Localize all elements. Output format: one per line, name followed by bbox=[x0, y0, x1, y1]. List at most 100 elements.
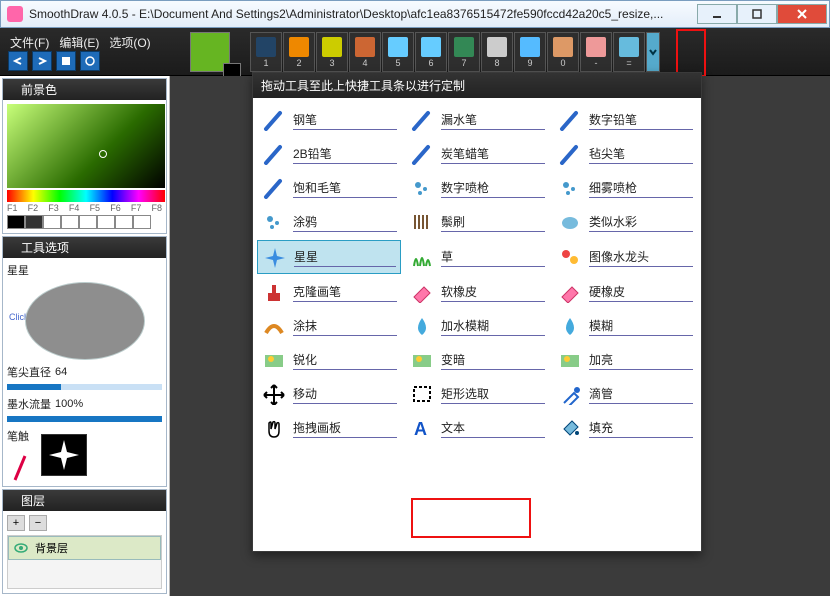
palette-item-move[interactable]: 移动 bbox=[257, 378, 401, 410]
palette-item-fill[interactable]: 填充 bbox=[553, 412, 697, 444]
palette-item-sharpen[interactable]: 锐化 bbox=[257, 344, 401, 376]
window-buttons bbox=[697, 4, 827, 24]
palette-item-felt[interactable]: 毡尖笔 bbox=[553, 138, 697, 170]
fkey-label: F5 bbox=[90, 203, 101, 213]
quick-redo[interactable] bbox=[32, 51, 52, 71]
palette-item-label: 炭笔蜡笔 bbox=[441, 145, 545, 164]
layer-add-button[interactable]: + bbox=[7, 515, 25, 531]
star-icon bbox=[262, 245, 288, 269]
fkey-label: F2 bbox=[28, 203, 39, 213]
panel-layers-title[interactable]: 图层 bbox=[3, 490, 166, 511]
palette-item-label: 数字铅笔 bbox=[589, 111, 693, 130]
menu-file[interactable]: 文件(F) bbox=[10, 34, 49, 51]
swatch[interactable] bbox=[7, 215, 25, 229]
ink-flow-label: 墨水流量 bbox=[7, 396, 51, 412]
fkey-label: F8 bbox=[151, 203, 162, 213]
palette-item-fine-spray[interactable]: 细雾喷枪 bbox=[553, 172, 697, 204]
toolbar-tool-2[interactable]: 2 bbox=[283, 32, 315, 72]
palette-item-label: 加水模糊 bbox=[441, 317, 545, 336]
quick-refresh[interactable] bbox=[80, 51, 100, 71]
swatch[interactable] bbox=[97, 215, 115, 229]
leaky-icon bbox=[409, 108, 435, 132]
toolbar-tool-6[interactable]: 6 bbox=[415, 32, 447, 72]
palette-item-watercolor[interactable]: 类似水彩 bbox=[553, 206, 697, 238]
brush-label: 笔触 bbox=[7, 428, 35, 444]
palette-item-label: 拖拽画板 bbox=[293, 419, 397, 438]
palette-item-digital-pencil[interactable]: 数字铅笔 bbox=[553, 104, 697, 136]
palette-item-round-brush[interactable]: 饱和毛笔 bbox=[257, 172, 401, 204]
toolbar-tool-5[interactable]: 5 bbox=[382, 32, 414, 72]
palette-item-blur[interactable]: 模糊 bbox=[553, 310, 697, 342]
swatch[interactable] bbox=[133, 215, 151, 229]
foreground-swatch[interactable] bbox=[190, 32, 230, 72]
swatch-row bbox=[7, 215, 162, 229]
swatch[interactable] bbox=[43, 215, 61, 229]
palette-item-label: 毡尖笔 bbox=[589, 145, 693, 164]
palette-item-pen[interactable]: 钢笔 bbox=[257, 104, 401, 136]
palette-item-grass[interactable]: 草 bbox=[405, 240, 549, 274]
palette-item-text[interactable]: A文本 bbox=[405, 412, 549, 444]
menu-edit[interactable]: 编辑(E) bbox=[59, 34, 99, 51]
quick-undo[interactable] bbox=[8, 51, 28, 71]
palette-item-label: 草 bbox=[441, 248, 545, 267]
fkey-label: F7 bbox=[131, 203, 142, 213]
smudge-icon bbox=[261, 314, 287, 338]
toolbar-tool-=[interactable]: = bbox=[613, 32, 645, 72]
toolbar-overflow-button[interactable] bbox=[646, 32, 660, 72]
palette-item-darken[interactable]: 变暗 bbox=[405, 344, 549, 376]
palette-item-label: 加亮 bbox=[589, 351, 693, 370]
palette-item-soft-eraser[interactable]: 软橡皮 bbox=[405, 276, 549, 308]
water-blur-icon bbox=[409, 314, 435, 338]
palette-item-lighten[interactable]: 加亮 bbox=[553, 344, 697, 376]
close-button[interactable] bbox=[777, 4, 827, 24]
palette-item-smudge[interactable]: 涂抹 bbox=[257, 310, 401, 342]
text-icon: A bbox=[409, 416, 435, 440]
toolbar-tool-0[interactable]: 0 bbox=[547, 32, 579, 72]
swatch[interactable] bbox=[79, 215, 97, 229]
toolbar-tool-1[interactable]: 1 bbox=[250, 32, 282, 72]
swatch[interactable] bbox=[115, 215, 133, 229]
panel-tool-options-title[interactable]: 工具选项 bbox=[3, 237, 166, 258]
palette-item-eyedropper[interactable]: 滴管 bbox=[553, 378, 697, 410]
toolbar-tool--[interactable]: - bbox=[580, 32, 612, 72]
palette-item-star[interactable]: 星星 bbox=[257, 240, 401, 274]
palette-item-bristle[interactable]: 鬃刷 bbox=[405, 206, 549, 238]
eyedropper-icon bbox=[557, 382, 583, 406]
maximize-button[interactable] bbox=[737, 4, 777, 24]
palette-item-rect-select[interactable]: 矩形选取 bbox=[405, 378, 549, 410]
swatch[interactable] bbox=[61, 215, 79, 229]
brush-preview-circle[interactable] bbox=[25, 282, 145, 360]
brush-shape-preview[interactable] bbox=[41, 434, 87, 476]
palette-item-2b[interactable]: 2B铅笔 bbox=[257, 138, 401, 170]
toolbar-tool-3[interactable]: 3 bbox=[316, 32, 348, 72]
fill-icon bbox=[557, 416, 583, 440]
layer-row-background[interactable]: 背景层 bbox=[8, 536, 161, 560]
palette-item-graffiti[interactable]: 涂鸦 bbox=[257, 206, 401, 238]
ink-flow-slider[interactable] bbox=[7, 416, 162, 422]
palette-item-crayon[interactable]: 炭笔蜡笔 bbox=[405, 138, 549, 170]
quick-new[interactable] bbox=[56, 51, 76, 71]
palette-item-hand[interactable]: 拖拽画板 bbox=[257, 412, 401, 444]
toolbar-tool-7[interactable]: 7 bbox=[448, 32, 480, 72]
tip-diameter-slider[interactable] bbox=[7, 384, 162, 390]
palette-item-water-blur[interactable]: 加水模糊 bbox=[405, 310, 549, 342]
toolbar-tool-4[interactable]: 4 bbox=[349, 32, 381, 72]
swatch[interactable] bbox=[25, 215, 43, 229]
minimize-button[interactable] bbox=[697, 4, 737, 24]
menu-options[interactable]: 选项(O) bbox=[109, 34, 150, 51]
color-picker-area[interactable] bbox=[7, 104, 165, 188]
panel-foreground-title[interactable]: 前景色 bbox=[3, 79, 166, 100]
palette-item-image-hose[interactable]: 图像水龙头 bbox=[553, 240, 697, 274]
toolbar-tool-8[interactable]: 8 bbox=[481, 32, 513, 72]
panel-layers: 图层 + − 背景层 bbox=[2, 489, 167, 594]
palette-item-label: 细雾喷枪 bbox=[589, 179, 693, 198]
hue-slider[interactable] bbox=[7, 190, 165, 202]
toolbar-tool-9[interactable]: 9 bbox=[514, 32, 546, 72]
palette-item-hard-eraser[interactable]: 硬橡皮 bbox=[553, 276, 697, 308]
palette-item-clone[interactable]: 克隆画笔 bbox=[257, 276, 401, 308]
palette-item-label: 填充 bbox=[589, 419, 693, 438]
fkey-row: F1F2F3F4F5F6F7F8 bbox=[7, 203, 162, 213]
palette-item-airbrush[interactable]: 数字喷枪 bbox=[405, 172, 549, 204]
palette-item-leaky[interactable]: 漏水笔 bbox=[405, 104, 549, 136]
layer-del-button[interactable]: − bbox=[29, 515, 47, 531]
